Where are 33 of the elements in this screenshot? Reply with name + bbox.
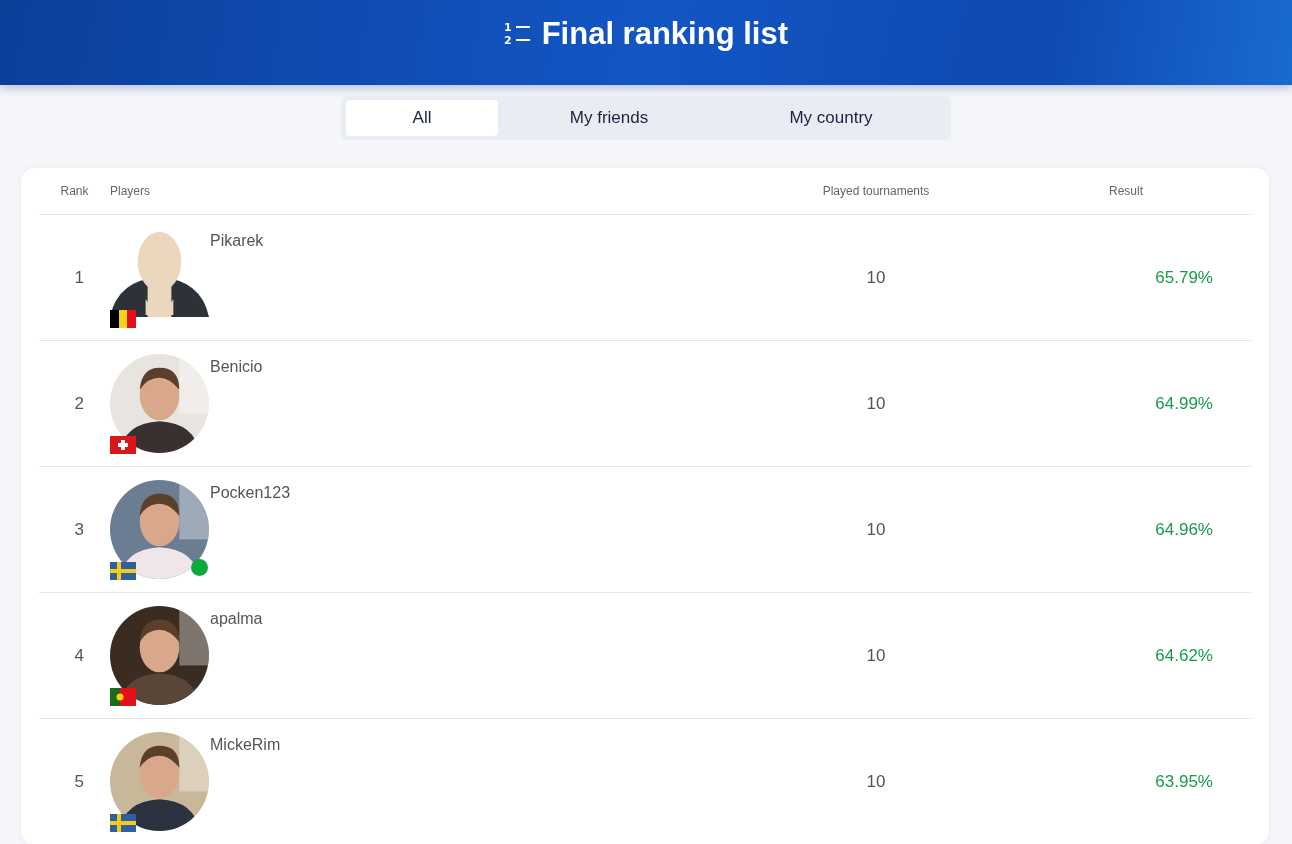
filter-tab[interactable]: My country xyxy=(720,100,942,136)
flag-icon xyxy=(110,309,136,328)
column-header: Players xyxy=(110,184,151,198)
played-count: 10 xyxy=(865,519,887,540)
result-percent: 63.95% xyxy=(1154,771,1214,792)
flag-icon xyxy=(110,435,136,454)
filter-tab[interactable]: All xyxy=(346,100,498,136)
rank-number: 4 xyxy=(73,645,85,666)
rank-number: 3 xyxy=(73,519,85,540)
played-count: 10 xyxy=(865,267,887,288)
played-count: 10 xyxy=(865,645,887,666)
flag-icon xyxy=(110,687,136,706)
player-name[interactable]: Benicio xyxy=(210,357,263,376)
played-count: 10 xyxy=(865,393,887,414)
result-percent: 64.99% xyxy=(1154,393,1214,414)
page-title: Final ranking list xyxy=(541,15,788,52)
result-percent: 65.79% xyxy=(1154,267,1214,288)
rank-number: 5 xyxy=(73,771,85,792)
result-percent: 64.96% xyxy=(1154,519,1214,540)
column-header: Rank xyxy=(59,184,90,198)
rank-number: 1 xyxy=(73,267,85,288)
player-name[interactable]: Pocken123 xyxy=(210,483,291,502)
column-header: Played tournaments xyxy=(821,184,931,198)
filter-tab[interactable]: My friends xyxy=(498,100,720,136)
player-name[interactable]: apalma xyxy=(210,609,263,628)
result-percent: 64.62% xyxy=(1154,645,1214,666)
played-count: 10 xyxy=(865,771,887,792)
player-name[interactable]: MickeRim xyxy=(210,735,281,754)
column-header: Result xyxy=(1108,184,1144,198)
flag-icon xyxy=(110,561,136,580)
rank-number: 2 xyxy=(73,393,85,414)
player-name[interactable]: Pikarek xyxy=(210,231,264,250)
flag-icon xyxy=(110,813,136,832)
